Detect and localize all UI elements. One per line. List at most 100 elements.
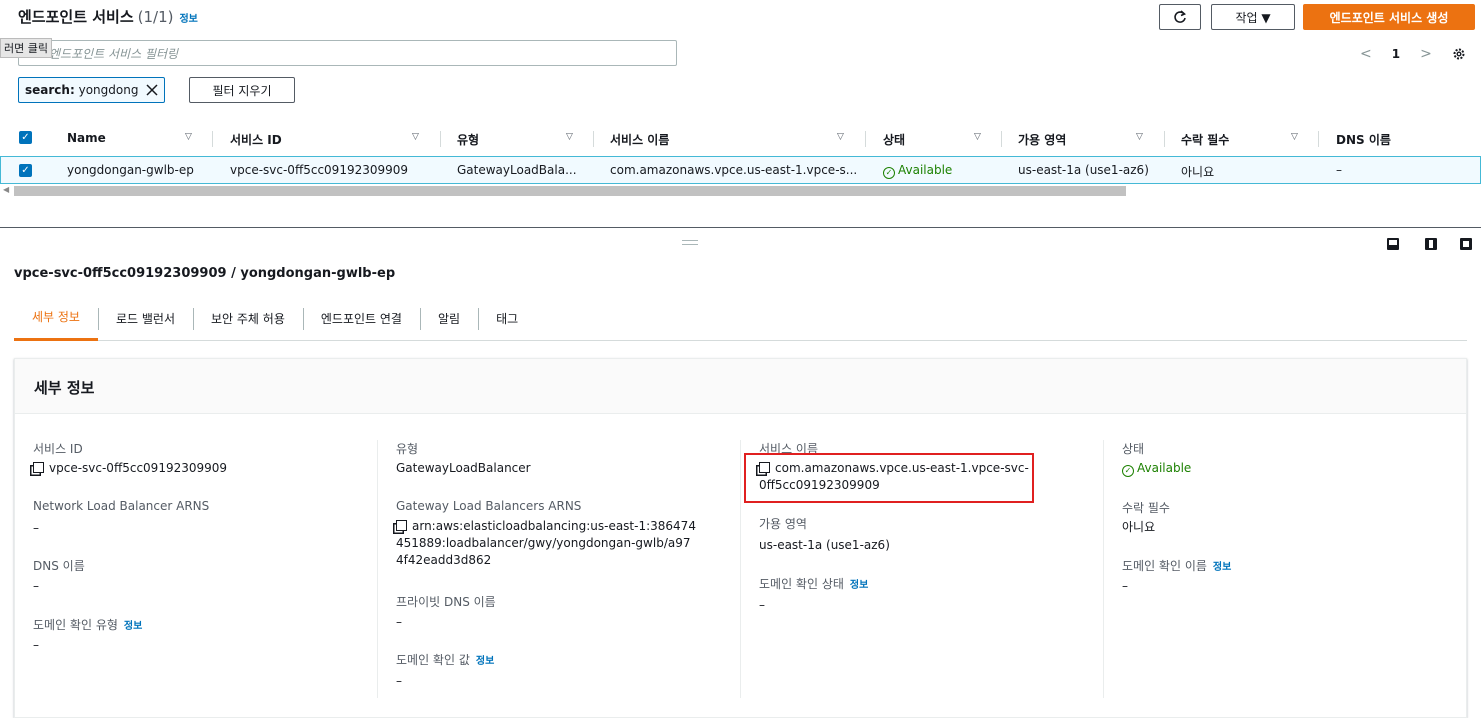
page-header: 엔드포인트 서비스 (1/1) 정보 bbox=[18, 6, 198, 28]
sort-icon[interactable]: ▽ bbox=[1291, 132, 1298, 142]
domain-verification-type-label: 도메인 확인 유형 정보 bbox=[33, 618, 143, 632]
actions-button[interactable]: 작업 ▼ bbox=[1211, 4, 1295, 30]
column-header-type[interactable]: 유형 bbox=[457, 131, 479, 148]
column-header-dns[interactable]: DNS 이름 bbox=[1336, 131, 1391, 148]
cell-name: yongdongan-gwlb-ep bbox=[67, 163, 194, 177]
drag-handle-icon[interactable] bbox=[682, 240, 698, 245]
horizontal-scrollbar[interactable] bbox=[14, 186, 1126, 196]
tab-details[interactable]: 세부 정보 bbox=[14, 296, 98, 341]
domain-verification-type-value: – bbox=[33, 638, 39, 652]
row-checkbox[interactable]: ✓ bbox=[19, 164, 32, 177]
panel-title: vpce-svc-0ff5cc09192309909 / yongdongan-… bbox=[14, 266, 396, 281]
tab-notifications[interactable]: 알림 bbox=[419, 296, 478, 341]
domain-verification-name-value: – bbox=[1122, 579, 1128, 593]
cell-dns: – bbox=[1336, 163, 1342, 177]
service-id-label: 서비스 ID bbox=[33, 442, 83, 456]
highlight-annotation bbox=[744, 453, 1034, 503]
column-header-az[interactable]: 가용 영역 bbox=[1018, 131, 1066, 148]
cell-acceptance: 아니요 bbox=[1181, 165, 1215, 179]
domain-verification-status-label: 도메인 확인 상태 정보 bbox=[759, 577, 869, 591]
domain-verification-value-value: – bbox=[396, 674, 402, 688]
card-title: 세부 정보 bbox=[34, 379, 95, 397]
status-label: 상태 bbox=[1122, 442, 1145, 456]
check-circle-icon: ✓ bbox=[1122, 465, 1134, 477]
close-icon[interactable] bbox=[146, 84, 158, 96]
check-circle-icon: ✓ bbox=[883, 167, 895, 179]
token-value: yongdong bbox=[78, 83, 139, 97]
column-header-status[interactable]: 상태 bbox=[883, 131, 905, 148]
table-row[interactable]: ✓ yongdongan-gwlb-ep vpce-svc-0ff5cc0919… bbox=[0, 156, 1481, 184]
gwlb-arns-label: Gateway Load Balancers ARNS bbox=[396, 499, 582, 513]
info-link[interactable]: 정보 bbox=[124, 621, 142, 632]
create-endpoint-service-button[interactable]: 엔드포인트 서비스 생성 bbox=[1303, 4, 1475, 30]
sort-icon[interactable]: ▽ bbox=[566, 132, 573, 142]
info-link[interactable]: 정보 bbox=[476, 656, 494, 667]
column-header-service-name[interactable]: 서비스 이름 bbox=[610, 131, 669, 148]
acceptance-value: 아니요 bbox=[1122, 520, 1156, 534]
gwlb-arns-value: arn:aws:elasticloadbalancing:us-east-1:3… bbox=[396, 519, 696, 567]
az-value: us-east-1a (use1-az6) bbox=[759, 538, 890, 552]
domain-verification-value-label: 도메인 확인 값 정보 bbox=[396, 653, 495, 667]
search-placeholder: 엔드포인트 서비스 필터링 bbox=[49, 46, 179, 61]
select-all-checkbox[interactable]: ✓ bbox=[19, 131, 32, 144]
refresh-button[interactable] bbox=[1159, 4, 1201, 30]
column-header-name[interactable]: Name bbox=[67, 131, 106, 145]
dns-name-label: DNS 이름 bbox=[33, 559, 85, 573]
domain-verification-status-value: – bbox=[759, 598, 765, 612]
page-title: 엔드포인트 서비스 bbox=[18, 8, 134, 26]
copy-icon[interactable] bbox=[33, 462, 44, 473]
search-input[interactable]: 엔드포인트 서비스 필터링 bbox=[18, 40, 677, 66]
token-key: search: bbox=[25, 83, 75, 97]
prev-page-icon[interactable]: < bbox=[1360, 46, 1372, 62]
domain-verification-name-label: 도메인 확인 이름 정보 bbox=[1122, 559, 1232, 573]
info-link[interactable]: 정보 bbox=[1213, 562, 1231, 573]
tab-bar: 세부 정보 로드 밸런서 보안 주체 허용 엔드포인트 연결 알림 태그 bbox=[14, 296, 1467, 341]
nlb-arns-label: Network Load Balancer ARNS bbox=[33, 499, 210, 513]
card-header: 세부 정보 bbox=[15, 359, 1466, 414]
split-panel-divider bbox=[0, 227, 1481, 228]
current-page[interactable]: 1 bbox=[1392, 47, 1400, 61]
copy-icon[interactable] bbox=[396, 520, 407, 531]
filter-token: search: yongdong bbox=[18, 77, 166, 103]
cell-az: us-east-1a (use1-az6) bbox=[1018, 163, 1149, 177]
table-header: ✓ Name ▽ 서비스 ID ▽ 유형 ▽ 서비스 이름 ▽ 상태 ▽ 가용 … bbox=[0, 123, 1481, 153]
gear-icon[interactable] bbox=[1452, 47, 1466, 61]
sort-icon[interactable]: ▽ bbox=[974, 132, 981, 142]
fullscreen-panel-icon[interactable] bbox=[1460, 238, 1472, 250]
cell-status: ✓ Available bbox=[883, 163, 952, 179]
info-link[interactable]: 정보 bbox=[179, 10, 197, 25]
private-dns-value: – bbox=[396, 615, 402, 629]
cell-service-id-link[interactable]: vpce-svc-0ff5cc09192309909 bbox=[230, 163, 408, 177]
sort-icon[interactable]: ▽ bbox=[412, 132, 419, 142]
sort-icon[interactable]: ▽ bbox=[185, 132, 192, 142]
sort-icon[interactable]: ▽ bbox=[1136, 132, 1143, 142]
column-header-acceptance[interactable]: 수락 필수 bbox=[1181, 131, 1229, 148]
nlb-arns-value: – bbox=[33, 521, 39, 535]
service-id-value: vpce-svc-0ff5cc09192309909 bbox=[33, 460, 227, 477]
cell-service-name: com.amazonaws.vpce.us-east-1.vpce-s... bbox=[610, 163, 858, 177]
private-dns-label: 프라이빗 DNS 이름 bbox=[396, 595, 496, 609]
dns-name-value: – bbox=[33, 579, 39, 593]
pagination: < 1 > bbox=[1360, 43, 1480, 65]
tab-load-balancers[interactable]: 로드 밸런서 bbox=[97, 296, 193, 341]
az-label: 가용 영역 bbox=[759, 517, 807, 531]
clear-filters-button[interactable]: 필터 지우기 bbox=[189, 77, 295, 103]
scroll-left-icon[interactable]: ◀ bbox=[3, 185, 9, 194]
tab-allow-principals[interactable]: 보안 주체 허용 bbox=[193, 296, 303, 341]
info-link[interactable]: 정보 bbox=[850, 580, 868, 591]
tab-tags[interactable]: 태그 bbox=[478, 296, 536, 341]
column-header-service-id[interactable]: 서비스 ID bbox=[230, 131, 282, 148]
type-label: 유형 bbox=[396, 442, 419, 456]
type-value: GatewayLoadBalancer bbox=[396, 461, 531, 475]
bottom-panel-icon[interactable] bbox=[1387, 238, 1399, 250]
item-count: (1/1) bbox=[137, 8, 174, 26]
acceptance-label: 수락 필수 bbox=[1122, 501, 1170, 515]
next-page-icon[interactable]: > bbox=[1420, 46, 1432, 62]
status-value: ✓ Available bbox=[1122, 460, 1191, 477]
refresh-icon bbox=[1174, 10, 1186, 23]
tab-endpoint-connections[interactable]: 엔드포인트 연결 bbox=[302, 296, 420, 341]
sort-icon[interactable]: ▽ bbox=[837, 132, 844, 142]
cell-type: GatewayLoadBala... bbox=[457, 163, 577, 177]
side-panel-icon[interactable] bbox=[1425, 238, 1437, 250]
tooltip: 러면 클릭 bbox=[0, 38, 52, 58]
